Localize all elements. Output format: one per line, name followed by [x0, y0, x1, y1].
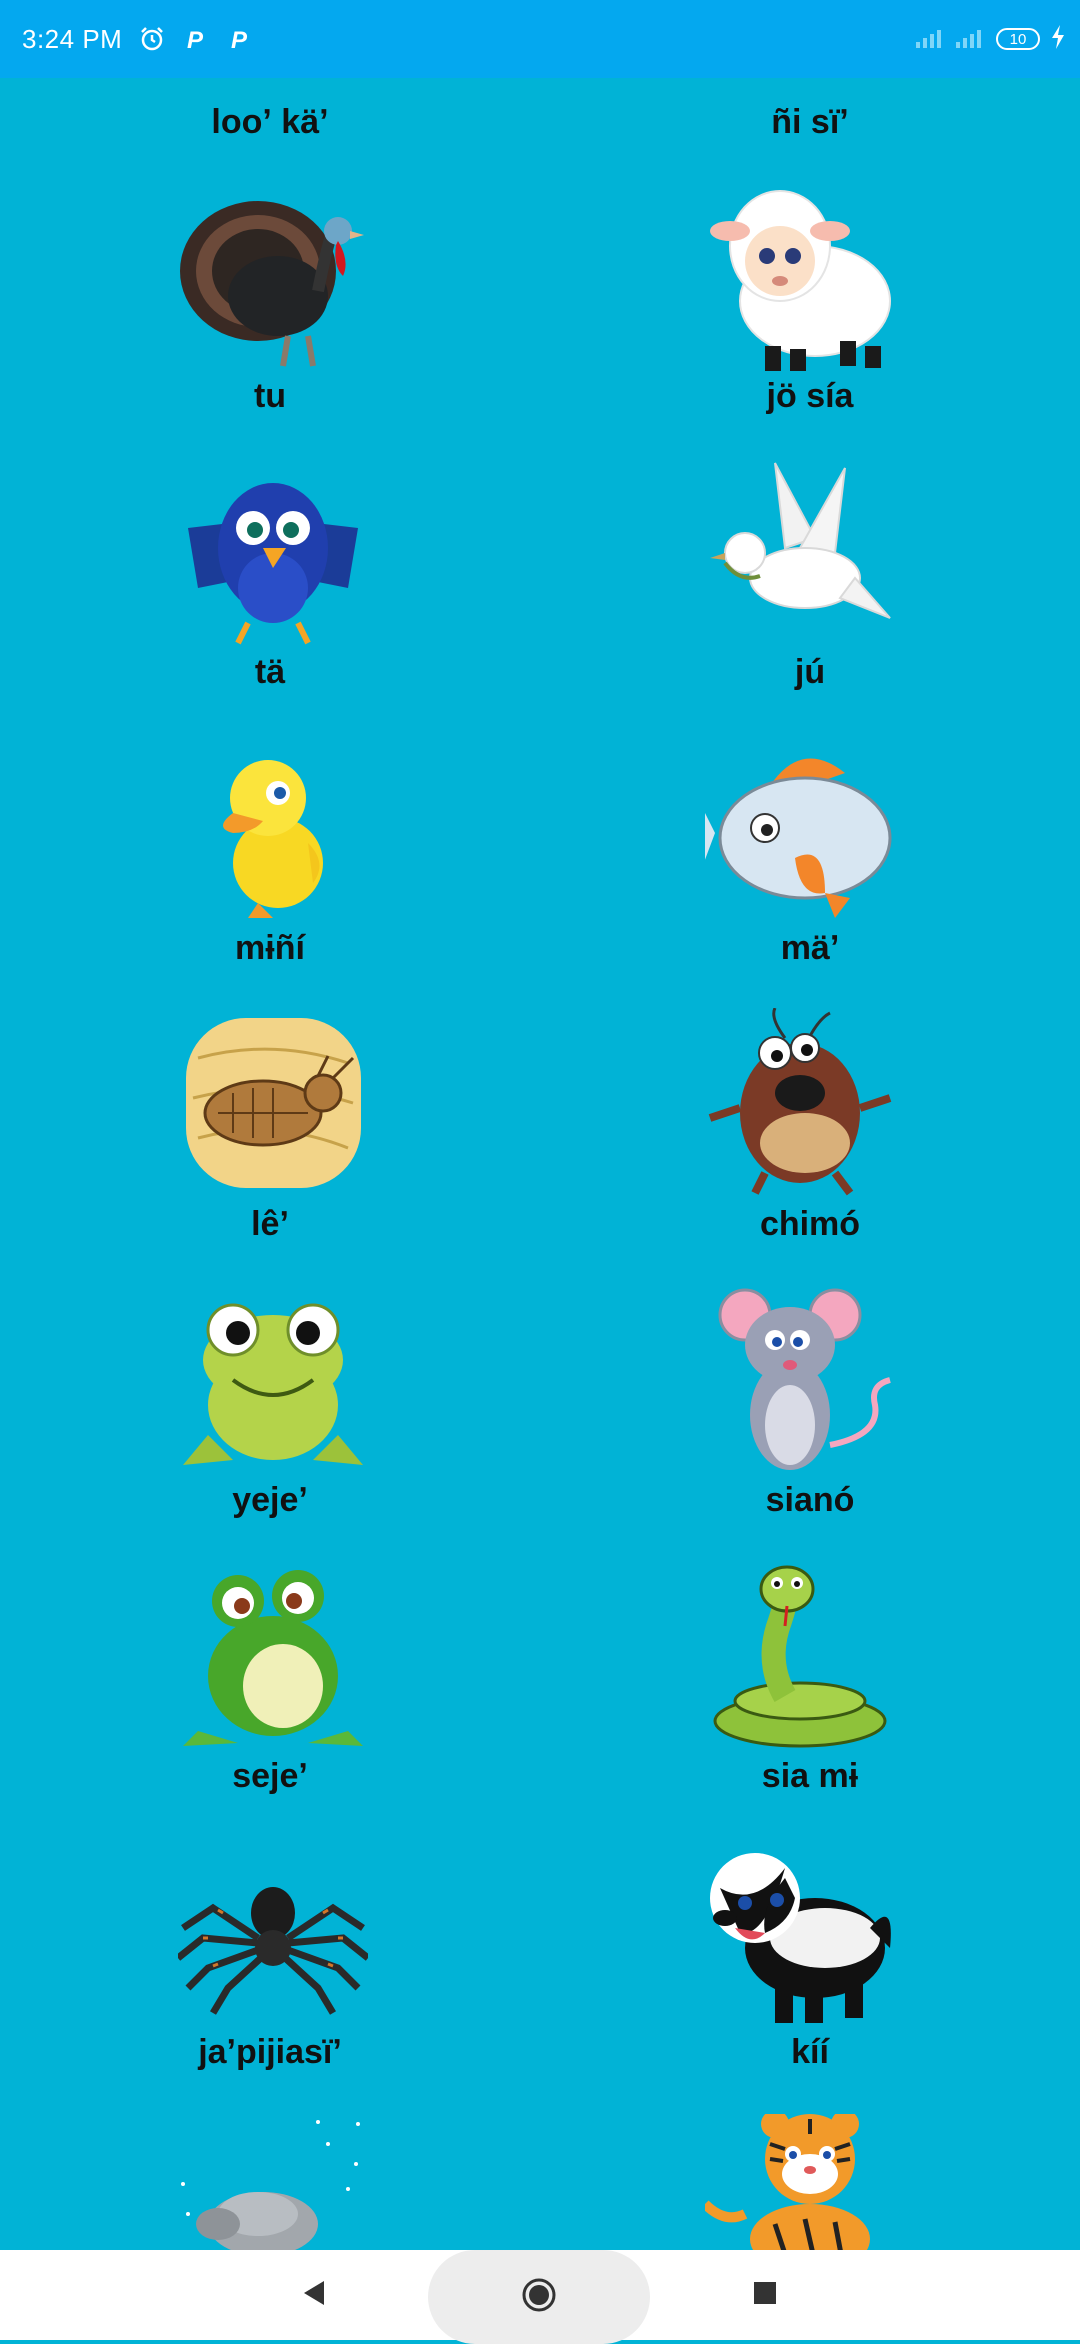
alarm-icon — [138, 25, 166, 53]
animal-grid: looʼ käʼ ñi sïʼ tu jö sía tä jú mɨñí mäʼ… — [0, 78, 1080, 2250]
recents-button[interactable] — [720, 2250, 810, 2340]
animal-label: jú — [794, 653, 826, 691]
animal-label: jaʼpijiasïʼ — [198, 2033, 342, 2071]
svg-text:P: P — [231, 27, 248, 53]
status-time: 3:24 PM — [22, 23, 123, 54]
back-icon — [300, 2278, 330, 2313]
animal-label: mɨñí — [235, 929, 305, 967]
animal-label: tä — [254, 653, 286, 691]
flea-icon[interactable] — [178, 1008, 368, 1203]
animal-label: jö sía — [766, 377, 854, 415]
turkey-icon[interactable] — [178, 181, 368, 376]
snake-icon[interactable] — [705, 1561, 895, 1756]
sheep-icon[interactable] — [705, 181, 895, 376]
toad-icon[interactable] — [178, 1285, 368, 1480]
charging-bolt-icon — [1050, 24, 1066, 54]
blue-bird-icon[interactable] — [178, 458, 368, 653]
animal-label: chimó — [759, 1205, 861, 1243]
parking-p-icon: P — [182, 25, 210, 54]
animal-label: sejeʼ — [232, 1757, 308, 1795]
svg-text:P: P — [187, 27, 204, 53]
fish-icon[interactable] — [700, 733, 895, 928]
battery-icon: 10 — [996, 28, 1040, 50]
animal-label: tu — [253, 377, 287, 415]
animal-label: yejeʼ — [232, 1481, 308, 1519]
recents-icon — [752, 2280, 778, 2311]
frog-icon[interactable] — [178, 1561, 368, 1756]
status-left: 3:24 PM P P — [22, 24, 254, 55]
navigation-bar — [0, 2250, 1080, 2344]
animal-label: mäʼ — [780, 929, 840, 967]
badger-icon[interactable] — [705, 1838, 895, 2033]
signal-icon — [916, 26, 946, 53]
spider-icon[interactable] — [175, 1838, 371, 2033]
animal-label: kíí — [791, 2033, 829, 2071]
home-button[interactable] — [428, 2250, 650, 2344]
back-button[interactable] — [270, 2250, 360, 2340]
status-bar: 3:24 PM P P 10 — [0, 0, 1080, 78]
parking-p-icon: P — [226, 25, 254, 54]
animal-label: sia mɨ — [761, 1757, 859, 1795]
animal-label: lêʼ — [251, 1205, 289, 1243]
animal-label: sianó — [765, 1481, 855, 1519]
animal-label: looʼ käʼ — [211, 103, 329, 141]
signal-icon — [956, 26, 986, 53]
armadillo-icon[interactable] — [178, 2114, 368, 2250]
home-icon — [521, 2277, 557, 2318]
animal-label: ñi sïʼ — [771, 103, 849, 141]
mouse-icon[interactable] — [705, 1285, 895, 1480]
cockroach-icon[interactable] — [705, 1007, 895, 1203]
tiger-icon[interactable] — [701, 2110, 895, 2250]
dove-icon[interactable] — [705, 458, 895, 653]
duckling-icon[interactable] — [178, 733, 368, 928]
status-right: 10 — [916, 0, 1066, 78]
